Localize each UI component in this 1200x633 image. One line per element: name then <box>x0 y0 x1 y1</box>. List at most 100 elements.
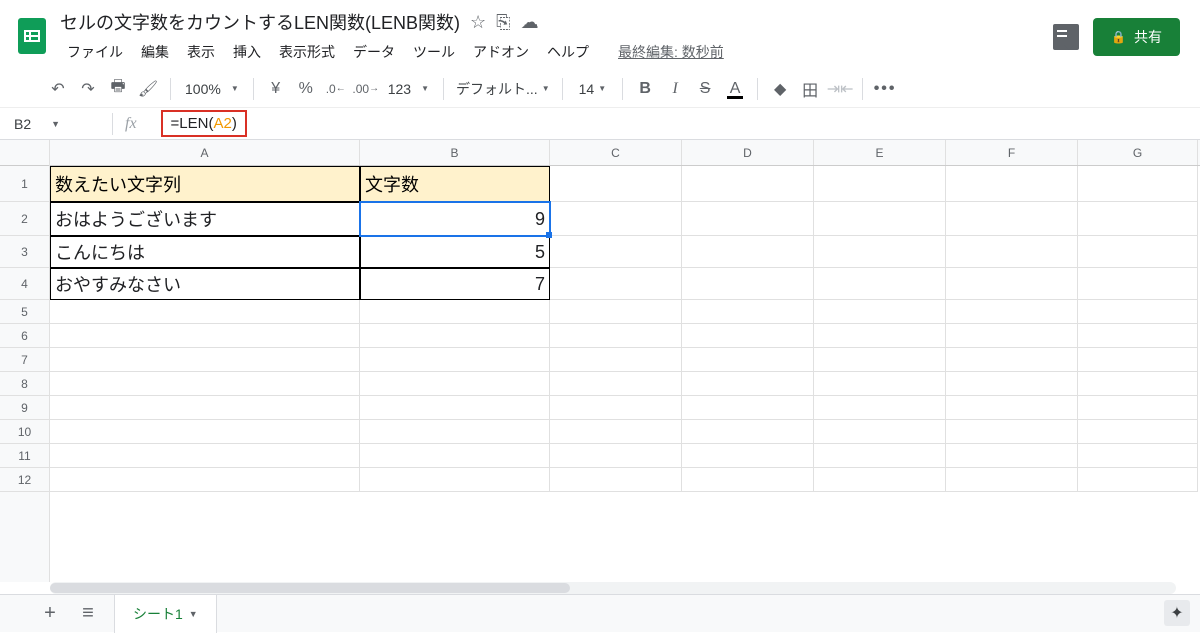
column-header[interactable]: D <box>682 140 814 165</box>
fill-color-button[interactable]: ◆ <box>766 75 794 103</box>
cell[interactable] <box>1078 468 1198 492</box>
cell-A3[interactable]: こんにちは <box>50 236 360 268</box>
share-button[interactable]: 🔒 共有 <box>1093 18 1180 56</box>
column-header[interactable]: C <box>550 140 682 165</box>
strikethrough-button[interactable]: S <box>691 75 719 103</box>
cell[interactable] <box>1078 372 1198 396</box>
italic-button[interactable]: I <box>661 75 689 103</box>
row-header[interactable]: 5 <box>0 300 49 324</box>
column-header[interactable]: B <box>360 140 550 165</box>
menu-edit[interactable]: 編集 <box>134 38 176 66</box>
row-header[interactable]: 10 <box>0 420 49 444</box>
increase-decimal-button[interactable]: .00→ <box>352 75 380 103</box>
cell[interactable] <box>814 396 946 420</box>
menu-help[interactable]: ヘルプ <box>540 38 596 66</box>
document-title[interactable]: セルの文字数をカウントするLEN関数(LENB関数) <box>60 9 460 35</box>
cell[interactable] <box>550 420 682 444</box>
undo-button[interactable]: ↶ <box>44 75 72 103</box>
cell-B4[interactable]: 7 <box>360 268 550 300</box>
cell[interactable] <box>946 420 1078 444</box>
menu-data[interactable]: データ <box>346 38 402 66</box>
column-header[interactable]: A <box>50 140 360 165</box>
cell[interactable] <box>682 348 814 372</box>
toolbar-more-button[interactable]: ••• <box>871 75 899 103</box>
cell[interactable] <box>50 468 360 492</box>
cells-grid[interactable]: 数えたい文字列 文字数 おはようございます 9 こんにちは 5 <box>50 166 1200 492</box>
cell[interactable] <box>814 202 946 236</box>
cell[interactable] <box>814 268 946 300</box>
cell[interactable] <box>814 324 946 348</box>
cell[interactable] <box>682 372 814 396</box>
cell[interactable] <box>550 444 682 468</box>
font-size-select[interactable]: 14 <box>571 77 615 101</box>
cell[interactable] <box>360 468 550 492</box>
menu-insert[interactable]: 挿入 <box>226 38 268 66</box>
cell[interactable] <box>550 202 682 236</box>
cell[interactable] <box>946 468 1078 492</box>
cell[interactable] <box>50 348 360 372</box>
cell[interactable] <box>946 300 1078 324</box>
sheets-logo[interactable] <box>12 12 52 60</box>
all-sheets-button[interactable]: ≡ <box>76 602 100 626</box>
cell[interactable] <box>360 444 550 468</box>
cell[interactable] <box>814 236 946 268</box>
row-header[interactable]: 6 <box>0 324 49 348</box>
cell[interactable] <box>360 300 550 324</box>
cell[interactable] <box>1078 202 1198 236</box>
cell[interactable] <box>682 444 814 468</box>
cell[interactable] <box>1078 444 1198 468</box>
font-family-select[interactable]: デフォルト... <box>452 75 554 103</box>
cell[interactable] <box>1078 420 1198 444</box>
cell[interactable] <box>550 324 682 348</box>
cell[interactable] <box>360 396 550 420</box>
cell-B3[interactable]: 5 <box>360 236 550 268</box>
cell[interactable] <box>1078 268 1198 300</box>
cell[interactable] <box>50 444 360 468</box>
menu-addons[interactable]: アドオン <box>466 38 536 66</box>
cell[interactable] <box>50 420 360 444</box>
cell[interactable] <box>50 396 360 420</box>
cell[interactable] <box>50 324 360 348</box>
row-header[interactable]: 11 <box>0 444 49 468</box>
cell[interactable] <box>1078 324 1198 348</box>
cell[interactable] <box>814 348 946 372</box>
cell[interactable] <box>550 236 682 268</box>
cell[interactable] <box>1078 300 1198 324</box>
percent-button[interactable]: % <box>292 75 320 103</box>
cell[interactable] <box>682 300 814 324</box>
cell[interactable] <box>1078 348 1198 372</box>
comments-icon[interactable] <box>1053 24 1079 50</box>
zoom-select[interactable]: 100% <box>179 77 245 101</box>
cell[interactable] <box>1078 236 1198 268</box>
select-all-corner[interactable] <box>0 140 49 166</box>
currency-button[interactable]: ¥ <box>262 75 290 103</box>
move-icon[interactable]: ⎘ <box>496 12 510 33</box>
cell[interactable] <box>682 202 814 236</box>
last-edit-link[interactable]: 最終編集: 数秒前 <box>618 42 724 62</box>
row-header[interactable]: 1 <box>0 166 49 202</box>
row-header[interactable]: 3 <box>0 236 49 268</box>
horizontal-scrollbar[interactable] <box>50 582 1176 594</box>
column-header[interactable]: E <box>814 140 946 165</box>
cell[interactable] <box>682 420 814 444</box>
cell[interactable] <box>946 396 1078 420</box>
cell[interactable] <box>814 372 946 396</box>
cell[interactable] <box>682 166 814 202</box>
menu-file[interactable]: ファイル <box>60 38 130 66</box>
row-header[interactable]: 4 <box>0 268 49 300</box>
cell[interactable] <box>946 166 1078 202</box>
cell[interactable] <box>682 396 814 420</box>
cell[interactable] <box>682 236 814 268</box>
cell[interactable] <box>360 420 550 444</box>
cell[interactable] <box>550 372 682 396</box>
row-header[interactable]: 8 <box>0 372 49 396</box>
cell[interactable] <box>946 348 1078 372</box>
cell[interactable] <box>550 348 682 372</box>
decrease-decimal-button[interactable]: .0← <box>322 75 350 103</box>
cell[interactable] <box>550 300 682 324</box>
menu-tools[interactable]: ツール <box>406 38 462 66</box>
cell[interactable] <box>360 372 550 396</box>
cell[interactable] <box>682 468 814 492</box>
cell[interactable] <box>814 468 946 492</box>
cell[interactable] <box>814 166 946 202</box>
